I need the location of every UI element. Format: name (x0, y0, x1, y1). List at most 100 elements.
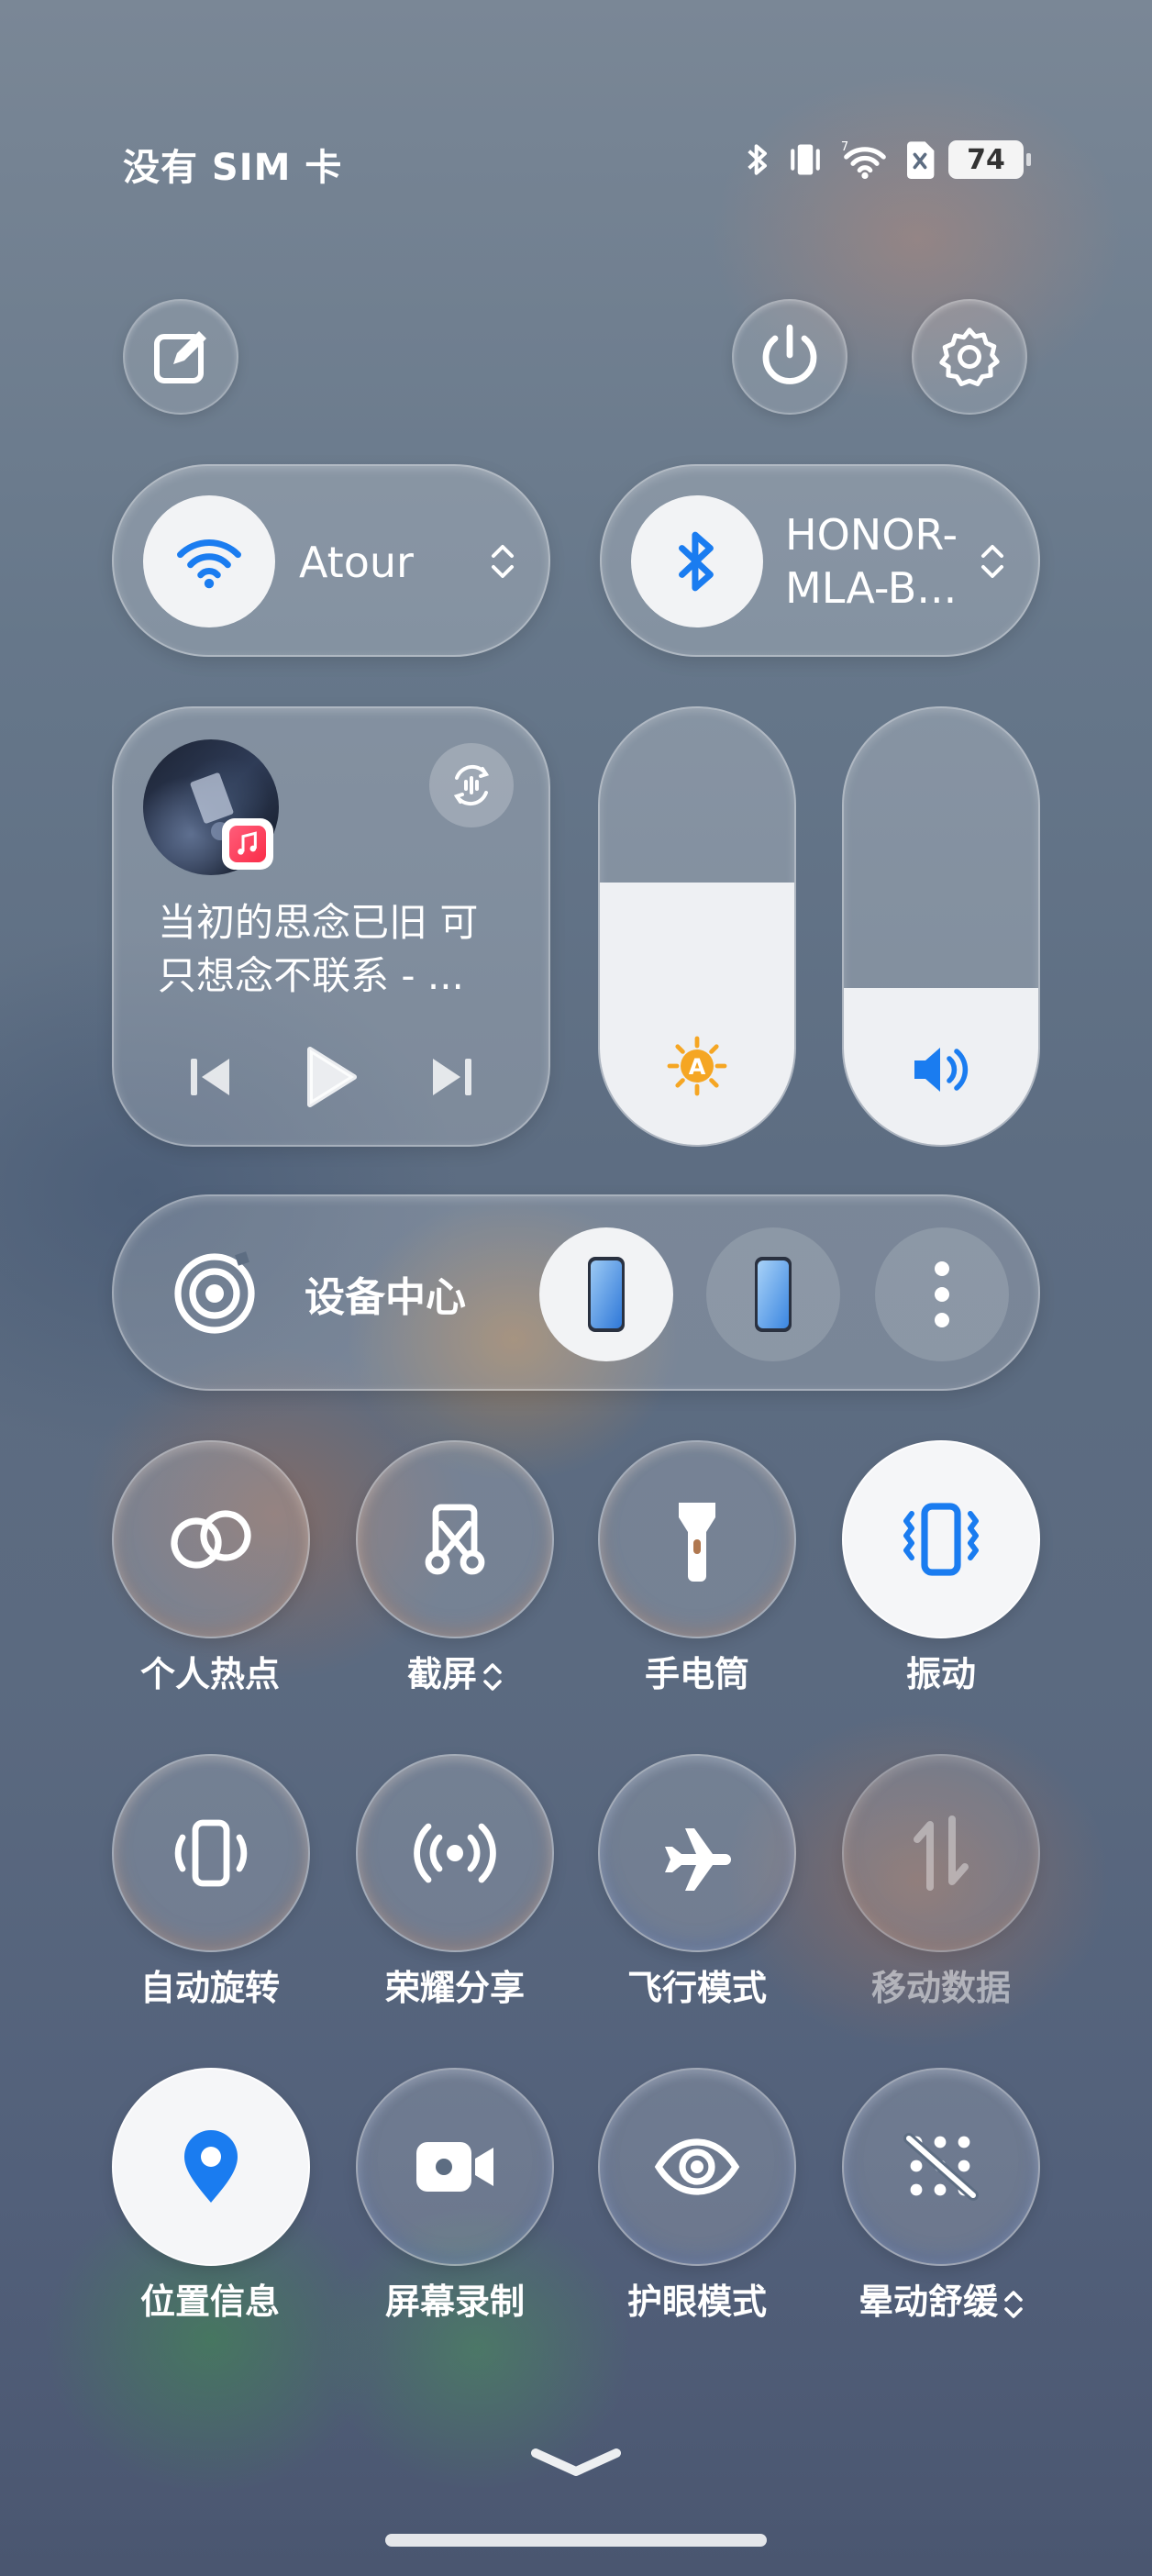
battery-icon: 74 (948, 140, 1031, 179)
next-track-icon[interactable] (429, 1053, 475, 1101)
share-icon (414, 1823, 496, 1883)
cast-button[interactable] (429, 743, 514, 827)
motion-comfort-label-text: 晕动舒缓 (858, 2282, 998, 2322)
song-artist: 只想念不联系 - ... (158, 953, 464, 998)
honor-share-label: 荣耀分享 (336, 1965, 574, 2011)
vibrate-label: 振动 (822, 1651, 1060, 1697)
location-toggle[interactable] (112, 2068, 310, 2266)
motion-comfort-label[interactable]: 晕动舒缓 (822, 2279, 1060, 2325)
flashlight-toggle[interactable] (598, 1440, 796, 1638)
screen-record-label: 屏幕录制 (336, 2279, 574, 2325)
airplane-icon (665, 1828, 731, 1891)
eye-comfort-label: 护眼模式 (578, 2279, 816, 2325)
airplane-mode-label-text: 飞行模式 (626, 1968, 767, 2008)
hotspot-label-text: 个人热点 (139, 1654, 280, 1694)
hotspot-toggle[interactable] (112, 1440, 310, 1638)
screen-record-toggle[interactable] (356, 2068, 554, 2266)
battery-level: 74 (967, 143, 1005, 176)
honor-share-toggle[interactable] (356, 1754, 554, 1952)
volume-slider[interactable] (842, 706, 1040, 1147)
auto-rotate-label-text: 自动旋转 (139, 1968, 280, 2008)
song-title: 当初的思念已旧 可 (158, 900, 479, 945)
play-icon[interactable] (303, 1044, 360, 1110)
screenshot-toggle[interactable] (356, 1440, 554, 1638)
power-button[interactable] (732, 299, 847, 415)
location-label-text: 位置信息 (139, 2282, 280, 2322)
auto-rotate-icon (174, 1819, 248, 1887)
bluetooth-icon (679, 531, 714, 592)
flashlight-icon (679, 1503, 715, 1582)
brightness-slider-fill (600, 883, 794, 1145)
svg-text:7: 7 (841, 140, 848, 154)
airplane-mode-toggle[interactable] (598, 1754, 796, 1952)
wifi-tile[interactable]: Atour (112, 464, 550, 657)
mobile-data-toggle[interactable] (842, 1754, 1040, 1952)
mobile-data-label-text: 移动数据 (870, 1968, 1011, 2008)
wifi-icon: 7 (841, 140, 886, 180)
hotspot-label: 个人热点 (91, 1651, 329, 1697)
power-icon (762, 324, 817, 384)
bluetooth-tile[interactable]: HONOR- MLA-B... (600, 464, 1040, 657)
previous-track-icon[interactable] (187, 1053, 233, 1101)
screenshot-icon (425, 1504, 485, 1575)
mobile-data-icon (914, 1815, 969, 1891)
device-more-button[interactable] (875, 1227, 1009, 1361)
flashlight-label: 手电筒 (578, 1651, 816, 1697)
screen-record-label-text: 屏幕录制 (384, 2282, 525, 2322)
device-phone-current[interactable] (539, 1227, 673, 1361)
device-phone-other[interactable] (706, 1227, 840, 1361)
vibrate-toggle[interactable] (842, 1440, 1040, 1638)
music-app-icon (222, 818, 273, 870)
vibrate-icon (903, 1503, 979, 1576)
bluetooth-toggle[interactable] (631, 495, 763, 627)
chevron-updown-icon[interactable] (980, 541, 1005, 582)
device-center-label: 设备中心 (305, 1274, 466, 1321)
eye-comfort-icon (654, 2138, 740, 2195)
screenshot-label-text: 截屏 (406, 1654, 477, 1694)
status-icons: 7 74 (743, 138, 1031, 182)
edit-button[interactable] (123, 299, 238, 415)
phone-icon (588, 1257, 625, 1332)
location-label: 位置信息 (91, 2279, 329, 2325)
bluetooth-device-name-line1: HONOR- (785, 510, 958, 560)
screenshot-label[interactable]: 截屏 (336, 1651, 574, 1697)
auto-rotate-label: 自动旋转 (91, 1965, 329, 2011)
cast-icon (453, 764, 490, 806)
svg-text:A: A (689, 1054, 706, 1080)
vibrate-icon (791, 144, 820, 175)
media-player-card[interactable]: 当初的思念已旧 可 只想念不联系 - ... (112, 706, 550, 1147)
edit-icon (154, 331, 206, 383)
motion-comfort-icon (903, 2133, 979, 2201)
vibrate-label-text: 振动 (905, 1654, 976, 1694)
eye-comfort-toggle[interactable] (598, 2068, 796, 2266)
gear-icon (939, 328, 1000, 387)
screen-record-icon (416, 2142, 493, 2192)
eye-comfort-label-text: 护眼模式 (626, 2282, 767, 2322)
device-center-bar[interactable]: 设备中心 (112, 1194, 1040, 1391)
chevron-updown-icon[interactable] (1003, 2287, 1024, 2322)
chevron-updown-icon[interactable] (490, 541, 515, 582)
wifi-toggle[interactable] (143, 495, 275, 627)
wifi-icon (177, 539, 241, 589)
chevron-updown-icon[interactable] (482, 1660, 503, 1694)
settings-button[interactable] (912, 299, 1027, 415)
brightness-slider[interactable]: A (598, 706, 796, 1147)
mobile-data-label: 移动数据 (822, 1965, 1060, 2011)
more-vertical-icon (935, 1261, 949, 1327)
bluetooth-device-name-line2: MLA-B... (785, 563, 958, 613)
auto-rotate-toggle[interactable] (112, 1754, 310, 1952)
bluetooth-icon (748, 144, 767, 175)
phone-icon (755, 1257, 792, 1332)
honor-share-label-text: 荣耀分享 (384, 1968, 525, 2008)
auto-brightness-icon: A (667, 1036, 727, 1096)
collapse-chevron-icon[interactable] (528, 2444, 624, 2481)
no-sim-icon (907, 141, 935, 179)
airplane-mode-label: 飞行模式 (578, 1965, 816, 2011)
home-indicator[interactable] (385, 2534, 767, 2547)
media-controls (187, 1040, 475, 1114)
motion-comfort-toggle[interactable] (842, 2068, 1040, 2266)
carrier-status: 没有 SIM 卡 (123, 147, 343, 189)
volume-icon (914, 1048, 969, 1092)
flashlight-label-text: 手电筒 (644, 1654, 749, 1694)
hotspot-icon (171, 1510, 251, 1569)
